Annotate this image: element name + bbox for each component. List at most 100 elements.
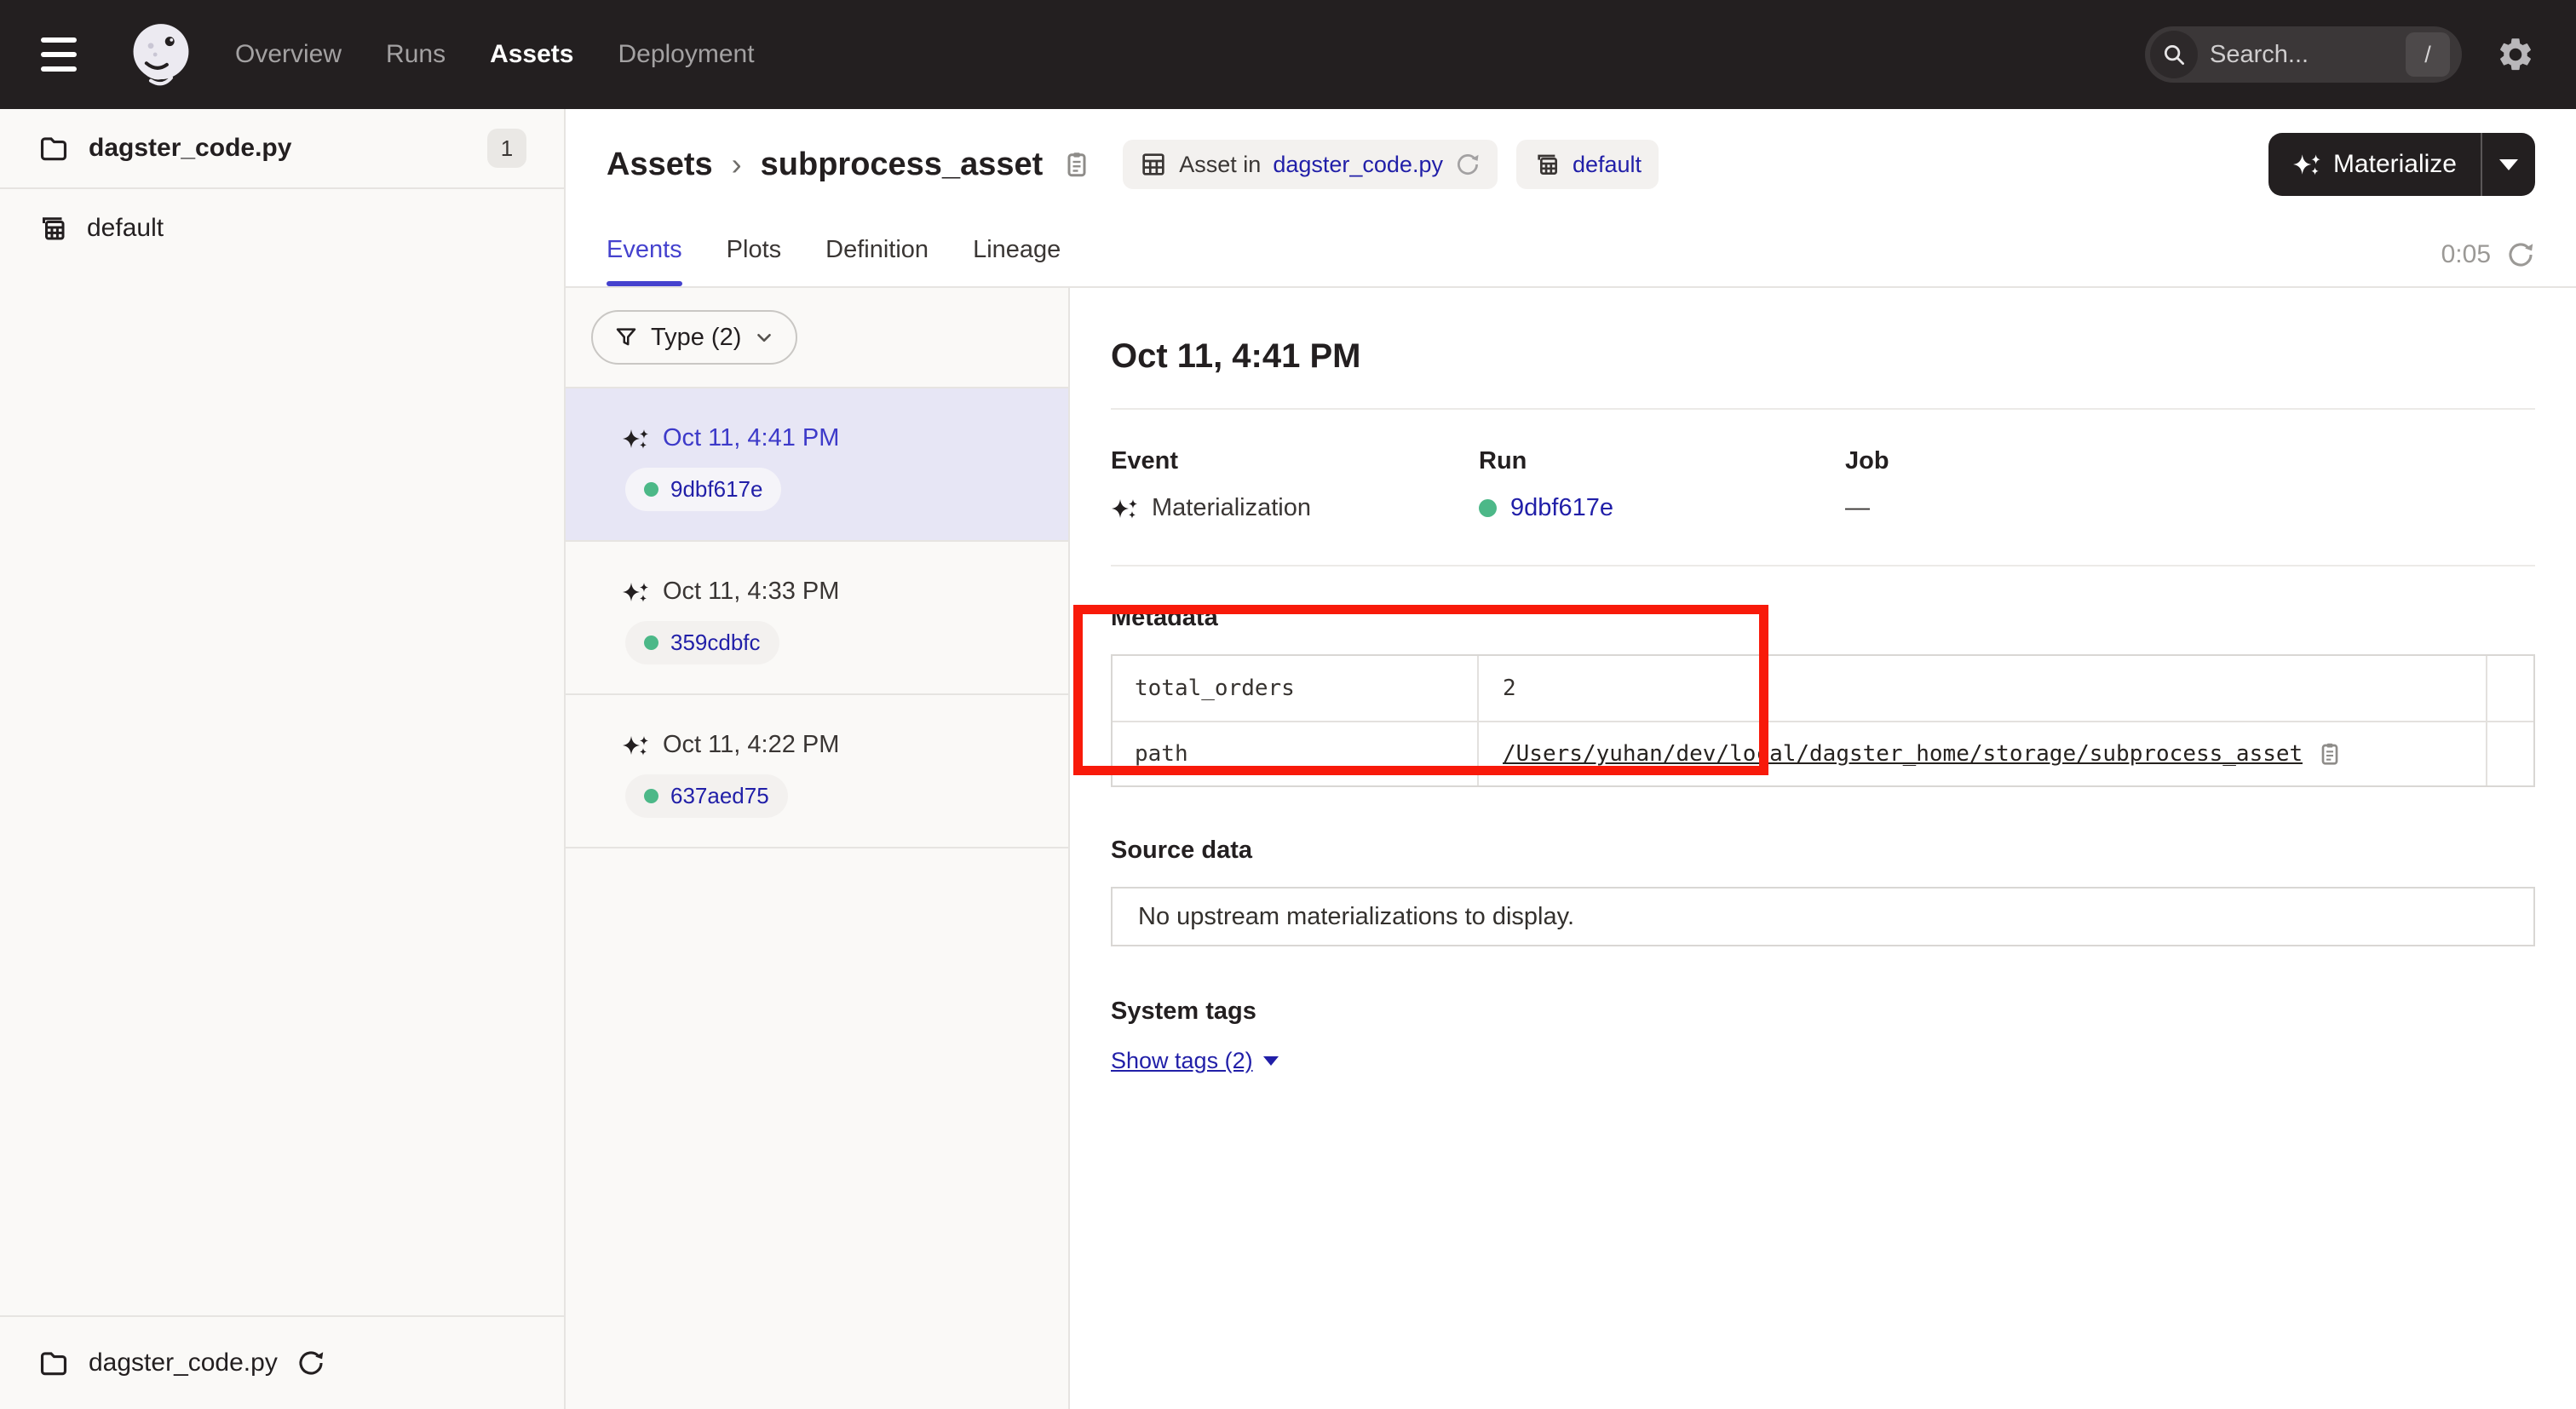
show-tags-label: Show tags (2) — [1111, 1048, 1253, 1074]
asset-badges: Asset in dagster_code.py default — [1123, 140, 1659, 189]
sparkle-icon — [622, 582, 649, 602]
run-pill[interactable]: 9dbf617e — [625, 468, 781, 511]
run-id-link[interactable]: 9dbf617e — [670, 476, 762, 503]
table-end-cell — [2486, 656, 2533, 721]
refresh-icon[interactable] — [2506, 240, 2535, 269]
run-id-link[interactable]: 359cdbfc — [670, 630, 761, 656]
event-date: Oct 11, 4:41 PM — [663, 424, 839, 452]
sidebar-item-code-location[interactable]: dagster_code.py 1 — [0, 109, 564, 189]
refresh-timer: 0:05 — [2441, 240, 2491, 269]
breadcrumb: Assets › subprocess_asset Asset in dagst… — [607, 140, 2535, 189]
top-nav-right: / — [2145, 26, 2535, 83]
search-icon — [2150, 31, 2198, 78]
grid-icon — [1140, 151, 1167, 178]
tab-events[interactable]: Events — [607, 236, 682, 286]
asset-count-badge: 1 — [487, 129, 526, 168]
run-status-dot — [644, 482, 658, 497]
event-list-panel: Type (2) Oct 11, 4:41 PM 9dbf617e — [566, 288, 1070, 1409]
path-link[interactable]: /Users/yuhan/dev/local/dagster_home/stor… — [1503, 741, 2303, 767]
event-list-item[interactable]: Oct 11, 4:22 PM 637aed75 — [566, 695, 1068, 848]
asset-detail-main: Assets › subprocess_asset Asset in dagst… — [566, 109, 2576, 1409]
divider — [1111, 408, 2535, 410]
metadata-value: 2 — [1503, 676, 1516, 701]
code-location-label: dagster_code.py — [89, 134, 291, 163]
tab-plots[interactable]: Plots — [727, 236, 781, 286]
source-data-empty-state: No upstream materializations to display. — [1111, 887, 2535, 946]
table-end-cell — [2486, 722, 2533, 785]
type-filter-label: Type (2) — [651, 324, 741, 352]
event-date: Oct 11, 4:33 PM — [663, 578, 839, 606]
sparkle-icon — [622, 428, 649, 449]
group-link[interactable]: default — [1573, 152, 1642, 178]
asset-location-badge[interactable]: Asset in dagster_code.py — [1123, 140, 1498, 189]
event-list-item[interactable]: Oct 11, 4:41 PM 9dbf617e — [566, 388, 1068, 542]
run-status-dot — [644, 635, 658, 650]
run-pill[interactable]: 359cdbfc — [625, 621, 779, 664]
metadata-key: path — [1113, 722, 1479, 785]
nav-item-assets[interactable]: Assets — [490, 40, 573, 69]
event-detail-panel: Oct 11, 4:41 PM Event Materialization Ru… — [1070, 288, 2576, 1409]
search-input[interactable] — [2210, 41, 2394, 69]
run-id-link[interactable]: 9dbf617e — [1510, 494, 1613, 522]
code-location-link[interactable]: dagster_code.py — [1273, 152, 1443, 178]
job-column-label: Job — [1845, 447, 2535, 475]
sidebar-item-asset-group[interactable]: default — [0, 189, 564, 267]
divider — [1111, 565, 2535, 566]
search-shortcut-key: / — [2406, 32, 2450, 77]
group-icon — [37, 213, 68, 244]
gear-icon[interactable] — [2496, 35, 2535, 74]
nav-item-runs[interactable]: Runs — [386, 40, 446, 69]
event-summary-row: Event Materialization Run 9dbf617e — [1111, 447, 2535, 522]
source-data-heading: Source data — [1111, 837, 2535, 865]
copy-path-icon[interactable] — [2316, 740, 2343, 768]
sidebar-spacer — [0, 267, 564, 1315]
page-title: subprocess_asset — [761, 147, 1044, 183]
nav-item-deployment[interactable]: Deployment — [618, 40, 754, 69]
asset-group-badge[interactable]: default — [1516, 140, 1659, 189]
breadcrumb-assets-link[interactable]: Assets — [607, 147, 713, 183]
event-type-value: Materialization — [1152, 494, 1311, 522]
materialize-button[interactable]: Materialize — [2268, 133, 2481, 196]
hamburger-icon[interactable] — [41, 27, 95, 82]
materialize-dropdown-button[interactable] — [2482, 133, 2535, 196]
empty-state-message: No upstream materializations to display. — [1138, 903, 1574, 931]
tab-definition[interactable]: Definition — [825, 236, 929, 286]
run-status-dot — [1479, 499, 1497, 517]
show-tags-toggle[interactable]: Show tags (2) — [1111, 1048, 1279, 1074]
tab-lineage[interactable]: Lineage — [973, 236, 1061, 286]
run-column-label: Run — [1479, 447, 1845, 475]
top-nav: Overview Runs Assets Deployment / — [0, 0, 2576, 109]
breadcrumb-separator: › — [732, 147, 742, 182]
asset-header: Assets › subprocess_asset Asset in dagst… — [566, 109, 2576, 288]
dagster-logo[interactable] — [126, 20, 196, 89]
folder-icon — [37, 1347, 70, 1379]
reload-location-icon[interactable] — [296, 1349, 325, 1377]
footer-code-location-label: dagster_code.py — [89, 1349, 278, 1377]
job-value: — — [1845, 494, 1870, 522]
caret-down-icon — [2499, 159, 2518, 170]
sparkle-icon — [622, 735, 649, 756]
event-date: Oct 11, 4:22 PM — [663, 731, 839, 759]
caret-down-icon — [1263, 1056, 1279, 1066]
type-filter-button[interactable]: Type (2) — [591, 310, 797, 365]
folder-icon — [37, 132, 70, 164]
asset-in-label: Asset in — [1179, 152, 1261, 178]
materialize-label: Materialize — [2333, 150, 2457, 179]
copy-asset-name-icon[interactable] — [1061, 149, 1092, 180]
search-box[interactable]: / — [2145, 26, 2462, 83]
event-list-item[interactable]: Oct 11, 4:33 PM 359cdbfc — [566, 542, 1068, 695]
run-pill[interactable]: 637aed75 — [625, 774, 788, 818]
sparkle-icon — [1111, 498, 1138, 519]
sidebar-footer-code-location[interactable]: dagster_code.py — [0, 1315, 564, 1409]
metadata-heading: Metadata — [1111, 604, 2535, 632]
refresh-icon[interactable] — [1455, 152, 1481, 177]
nav-item-overview[interactable]: Overview — [235, 40, 342, 69]
run-id-link[interactable]: 637aed75 — [670, 783, 769, 809]
chevron-down-icon — [753, 326, 775, 348]
metadata-key: total_orders — [1113, 656, 1479, 721]
asset-group-label: default — [87, 214, 164, 243]
table-row: path /Users/yuhan/dev/local/dagster_home… — [1113, 721, 2533, 785]
materialize-split-button: Materialize — [2268, 133, 2535, 196]
event-detail-title: Oct 11, 4:41 PM — [1111, 337, 2535, 376]
event-column-label: Event — [1111, 447, 1479, 475]
